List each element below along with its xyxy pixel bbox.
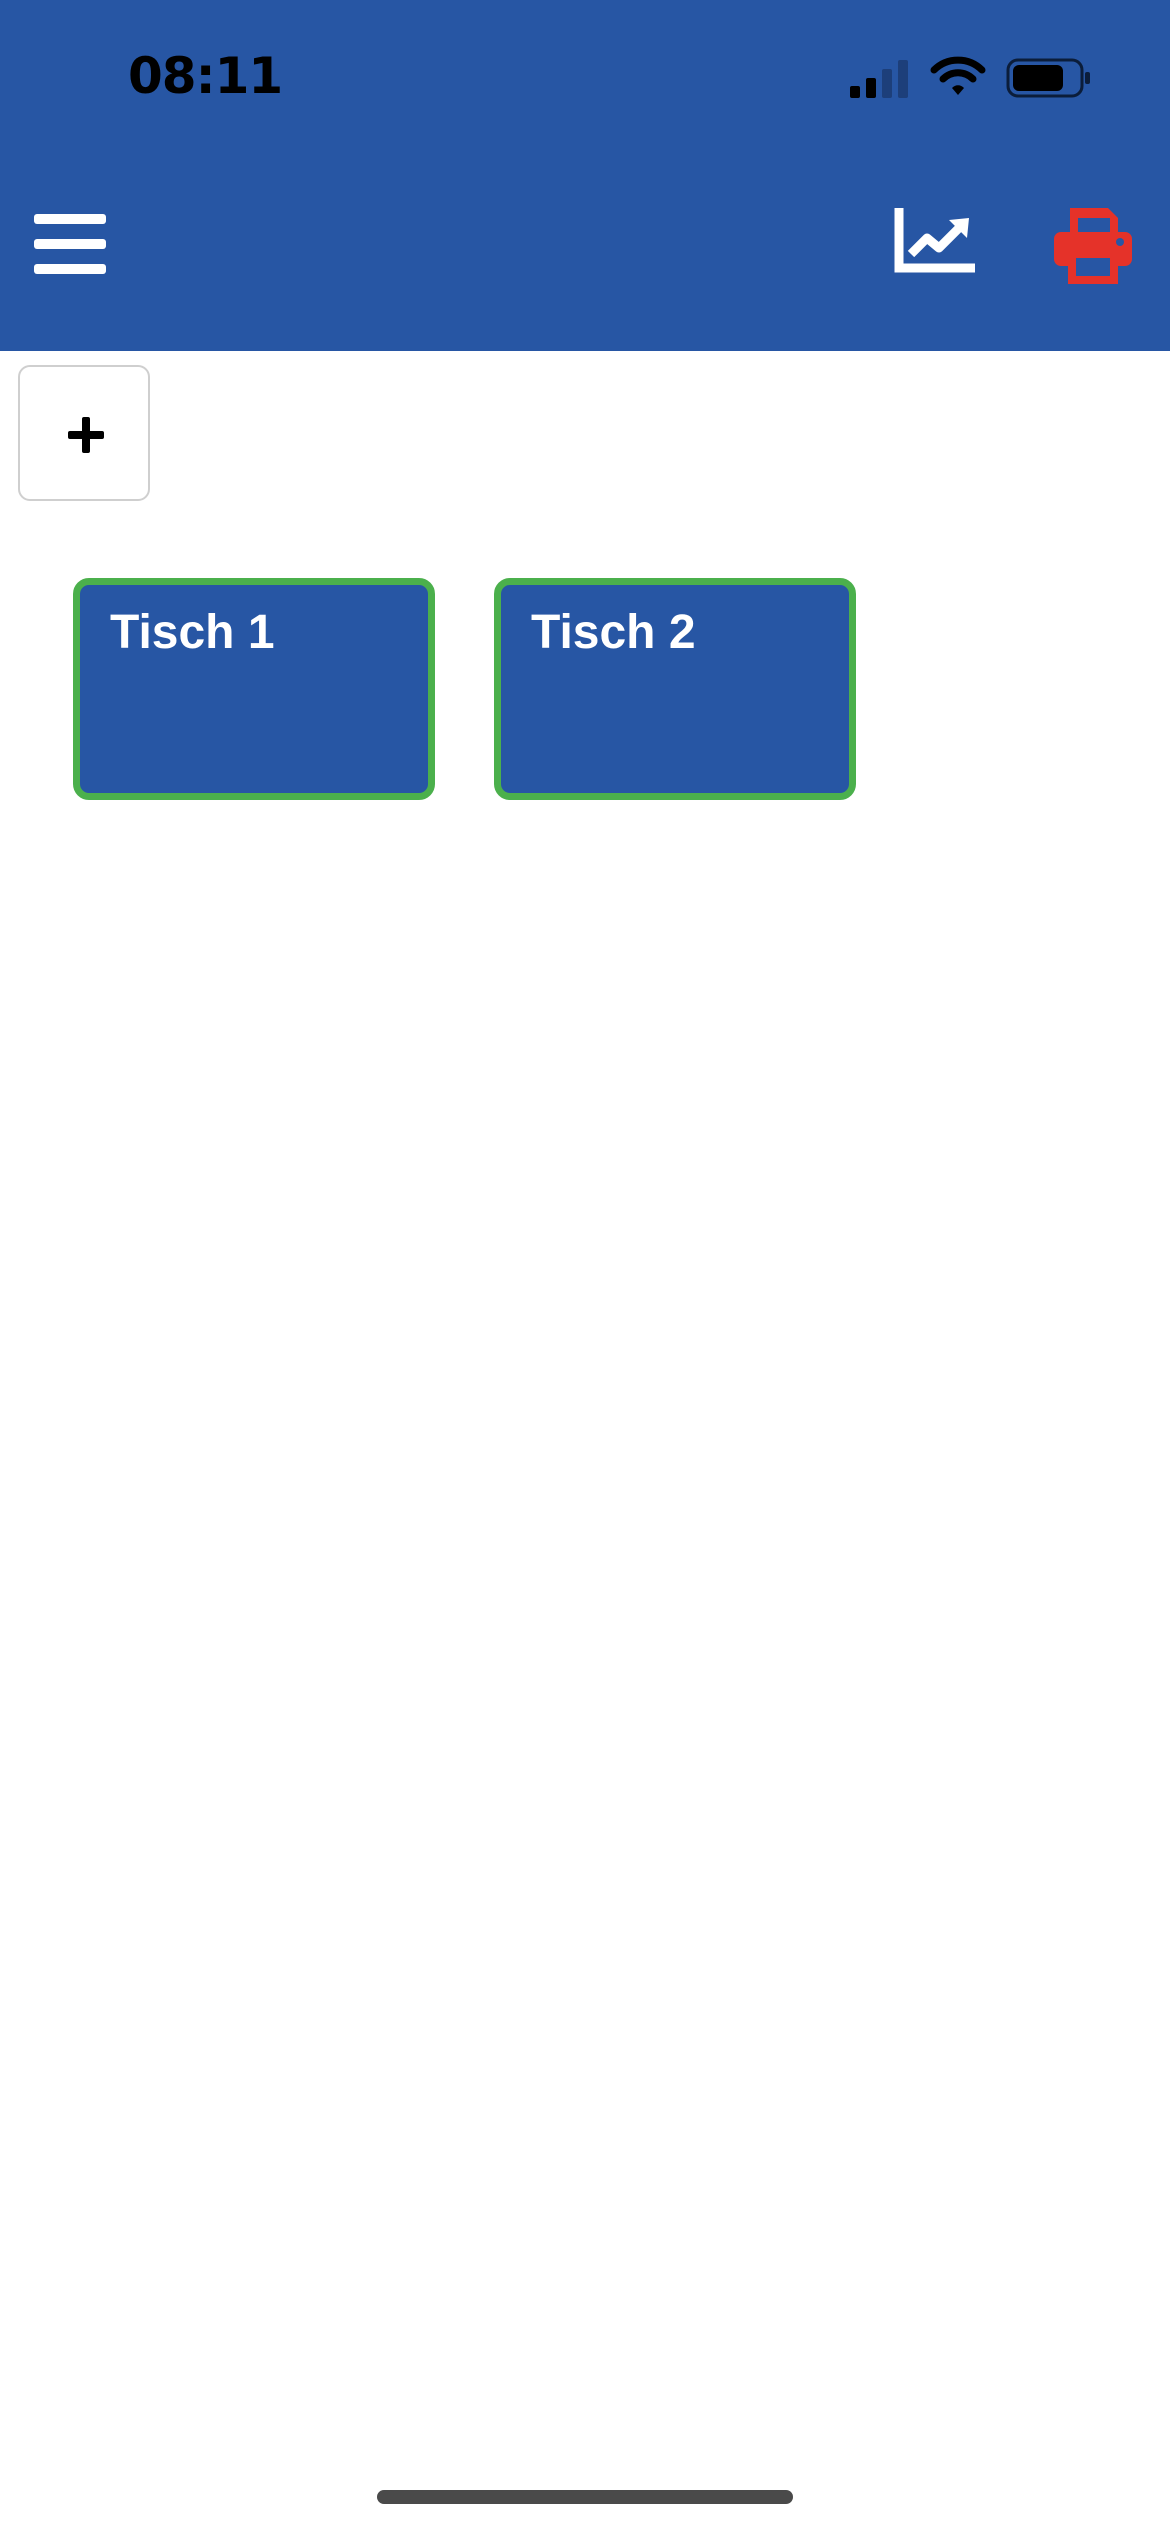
printer-icon [1052,208,1134,288]
table-card-2[interactable]: Tisch 2 [494,578,856,800]
wifi-icon [930,56,986,98]
print-button[interactable] [1052,204,1134,284]
signal-icon [850,58,910,98]
table-label: Tisch 1 [110,606,275,659]
status-time: 08:11 [128,47,283,105]
menu-button[interactable] [34,212,106,276]
add-table-button[interactable] [18,365,150,501]
home-indicator[interactable] [377,2490,793,2504]
battery-icon [1006,58,1092,98]
table-card-1[interactable]: Tisch 1 [73,578,435,800]
statistics-button[interactable] [893,205,976,276]
line-chart-icon [893,205,976,280]
hamburger-menu-icon [34,214,106,280]
table-label: Tisch 2 [531,606,696,659]
plus-icon [68,417,104,453]
app-header: 08:11 [0,0,1170,351]
